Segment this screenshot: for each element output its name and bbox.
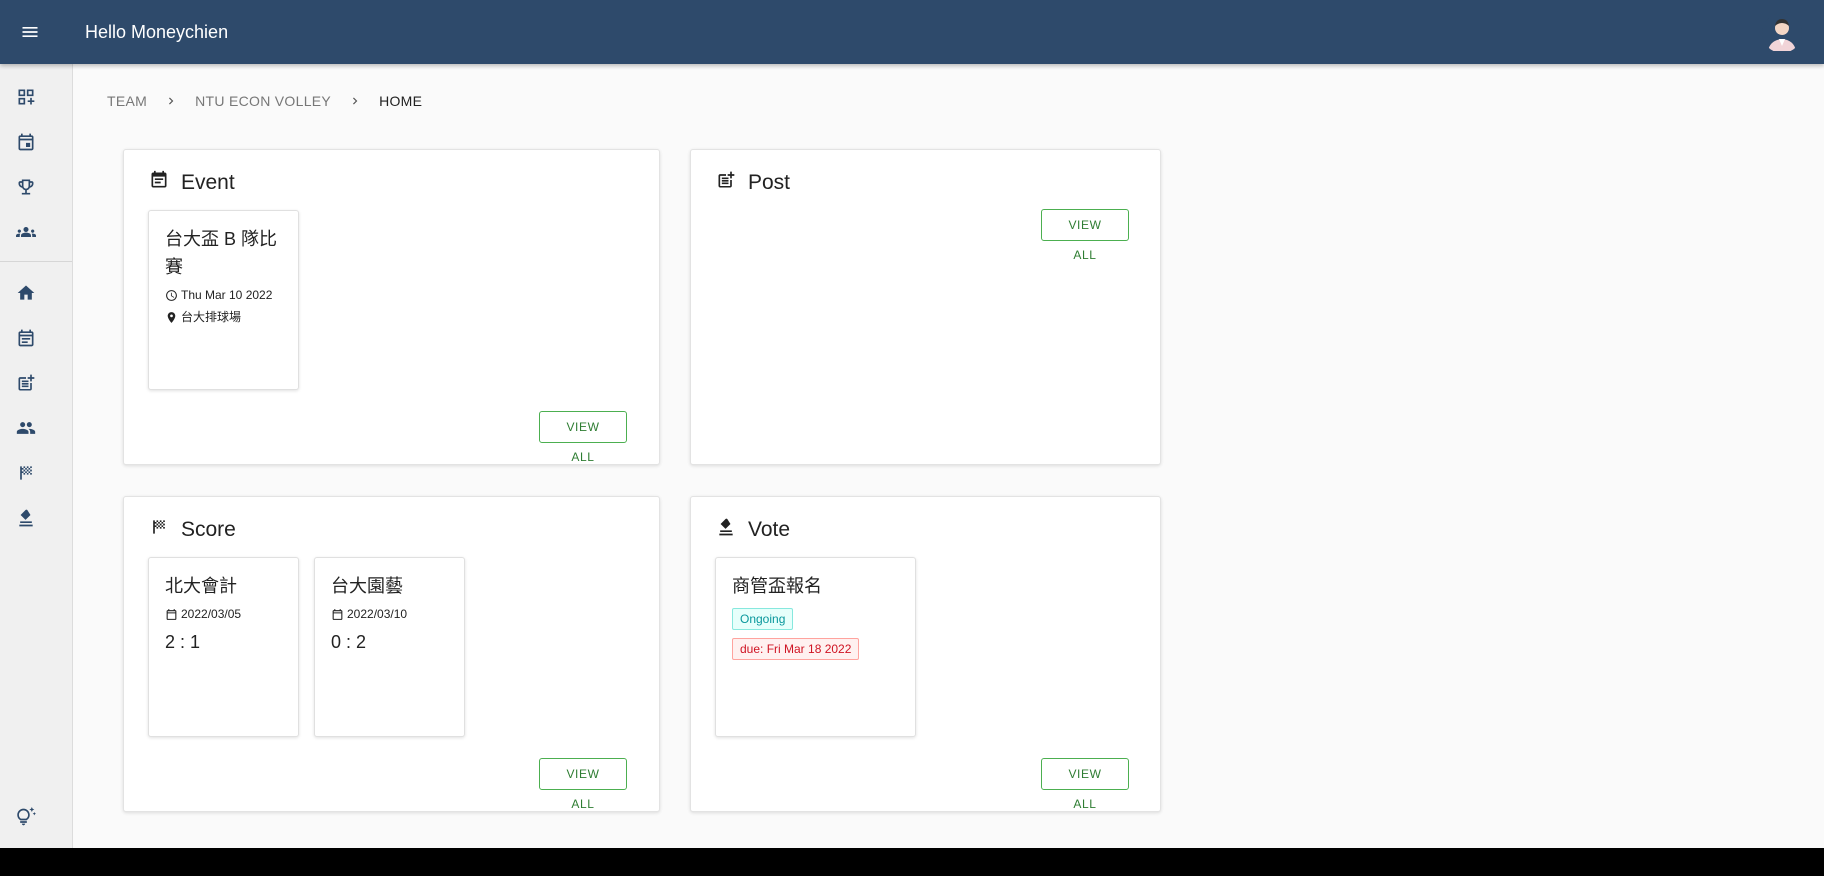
app-root: Hello Moneychien TEAM NTU ECON VOLLEY HO… [0, 0, 1824, 848]
event-item-location: 台大排球場 [165, 309, 282, 325]
vote-status-badge: Ongoing [732, 608, 794, 630]
score-item-result: 2 : 1 [165, 632, 201, 652]
score-item-date-text: 2022/03/05 [181, 607, 242, 621]
home-icon[interactable] [14, 281, 38, 305]
post-card-title: Post [748, 171, 791, 194]
score-item[interactable]: 台大園藝 2022/03/10 0 : 2 [314, 557, 465, 737]
post-card-header: Post [716, 167, 791, 194]
breadcrumb-home: HOME [379, 93, 423, 109]
vote-view-all-button[interactable]: VIEW ALL [1041, 758, 1129, 811]
vote-card: Vote 商管盃報名 Ongoing due: Fri Mar 18 2022 … [690, 496, 1161, 812]
app-title: Hello Moneychien [85, 22, 229, 42]
event-card: Event 台大盃 B 隊比賽 Thu Mar 10 2022 台大排球場 VI… [123, 149, 660, 465]
event-item-location-text: 台大排球場 [181, 310, 242, 324]
vote-card-title: Vote [748, 518, 791, 541]
sports-score-icon[interactable] [14, 461, 38, 485]
breadcrumb: TEAM NTU ECON VOLLEY HOME [107, 93, 422, 109]
score-item-opponent: 北大會計 [165, 576, 237, 596]
score-card-header: Score [149, 514, 236, 541]
location-pin-icon [165, 311, 178, 324]
post-card: Post VIEW ALL [690, 149, 1161, 465]
event-icon[interactable] [14, 326, 38, 350]
vote-card-header: Vote [716, 514, 791, 541]
breadcrumb-team[interactable]: TEAM [107, 93, 147, 109]
calendar-icon[interactable] [14, 130, 38, 154]
score-item-date: 2022/03/10 [331, 606, 448, 622]
clock-icon [165, 289, 178, 302]
breadcrumb-team-name[interactable]: NTU ECON VOLLEY [195, 93, 331, 109]
event-note-icon [149, 170, 169, 190]
menu-icon[interactable] [14, 16, 46, 48]
people-icon[interactable] [14, 416, 38, 440]
score-item-date: 2022/03/05 [165, 606, 282, 622]
event-card-title: Event [181, 171, 235, 194]
event-item-title: 台大盃 B 隊比賽 [165, 229, 278, 277]
vote-item[interactable]: 商管盃報名 Ongoing due: Fri Mar 18 2022 [715, 557, 916, 737]
score-card: Score 北大會計 2022/03/05 2 : 1 台大園藝 2022/03… [123, 496, 660, 812]
vote-icon [716, 517, 736, 537]
chevron-right-icon [347, 93, 363, 109]
calendar-icon [331, 608, 344, 621]
score-item-date-text: 2022/03/10 [347, 607, 408, 621]
dashboard-add-icon[interactable] [14, 85, 38, 109]
sidebar-divider [0, 261, 72, 262]
score-item[interactable]: 北大會計 2022/03/05 2 : 1 [148, 557, 299, 737]
groups-icon[interactable] [14, 220, 38, 244]
event-item-date-text: Thu Mar 10 2022 [181, 288, 273, 302]
vote-icon[interactable] [14, 506, 38, 530]
post-add-icon[interactable] [14, 371, 38, 395]
calendar-icon [165, 608, 178, 621]
event-card-header: Event [149, 167, 235, 194]
vote-item-title: 商管盃報名 [732, 576, 822, 596]
event-item[interactable]: 台大盃 B 隊比賽 Thu Mar 10 2022 台大排球場 [148, 210, 299, 390]
post-add-icon [716, 170, 736, 190]
post-view-all-button[interactable]: VIEW ALL [1041, 209, 1129, 262]
score-item-result: 0 : 2 [331, 632, 367, 652]
vote-due-badge: due: Fri Mar 18 2022 [732, 638, 860, 660]
avatar[interactable] [1762, 13, 1802, 53]
chevron-right-icon [163, 93, 179, 109]
score-card-title: Score [181, 518, 236, 541]
sidebar [0, 64, 73, 848]
score-item-opponent: 台大園藝 [331, 576, 403, 596]
score-view-all-button[interactable]: VIEW ALL [539, 758, 627, 811]
event-item-date: Thu Mar 10 2022 [165, 287, 282, 303]
sports-score-icon [149, 517, 169, 537]
event-view-all-button[interactable]: VIEW ALL [539, 411, 627, 464]
trophy-icon[interactable] [14, 175, 38, 199]
tips-lightbulb-icon[interactable] [14, 805, 38, 829]
top-app-bar: Hello Moneychien [0, 0, 1824, 64]
